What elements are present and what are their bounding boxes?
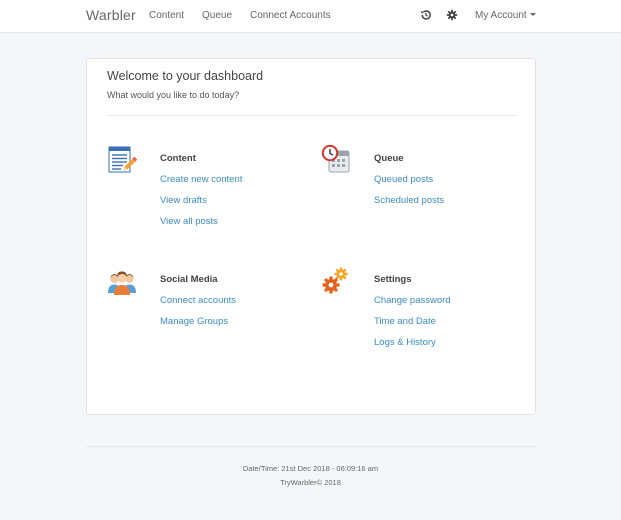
footer-datetime: Date/Time: 21st Dec 2018 - 06:09:16 am: [242, 464, 379, 473]
people-icon: [108, 271, 136, 295]
footer-copyright: TryWarbler© 2018: [280, 478, 341, 487]
my-account-dropdown[interactable]: My Account: [475, 10, 536, 21]
view-drafts-link[interactable]: View drafts: [160, 195, 207, 206]
top-navbar: Warbler Content Queue Connect Accounts M…: [0, 0, 621, 33]
nav-link-connect-accounts[interactable]: Connect Accounts: [250, 10, 331, 21]
queue-section-title: Queue: [374, 153, 404, 164]
time-and-date-link[interactable]: Time and Date: [374, 316, 436, 327]
divider: [107, 115, 517, 116]
social-media-section-title: Social Media: [160, 274, 218, 285]
dashboard-panel: Welcome to your dashboard What would you…: [86, 58, 536, 415]
content-section-title: Content: [160, 153, 196, 164]
manage-groups-link[interactable]: Manage Groups: [160, 316, 228, 327]
page-subtitle: What would you like to do today?: [107, 90, 240, 100]
gears-icon: [322, 267, 348, 294]
chevron-down-icon: [529, 13, 536, 16]
document-pencil-icon: [108, 146, 137, 173]
my-account-label: My Account: [475, 10, 527, 21]
create-new-content-link[interactable]: Create new content: [160, 174, 242, 185]
settings-section-title: Settings: [374, 274, 412, 285]
change-password-link[interactable]: Change password: [374, 295, 451, 306]
nav-link-content[interactable]: Content: [149, 10, 184, 21]
logs-history-link[interactable]: Logs & History: [374, 337, 436, 348]
clock-calendar-icon: [321, 145, 350, 173]
nav-link-queue[interactable]: Queue: [202, 10, 232, 21]
gear-icon[interactable]: [445, 8, 459, 22]
scheduled-posts-link[interactable]: Scheduled posts: [374, 195, 444, 206]
brand-logo[interactable]: Warbler: [86, 7, 136, 23]
queued-posts-link[interactable]: Queued posts: [374, 174, 433, 185]
footer-divider: [86, 446, 536, 447]
history-icon[interactable]: [419, 8, 433, 22]
view-all-posts-link[interactable]: View all posts: [160, 216, 218, 227]
connect-accounts-link[interactable]: Connect accounts: [160, 295, 236, 306]
page-title: Welcome to your dashboard: [107, 69, 264, 83]
